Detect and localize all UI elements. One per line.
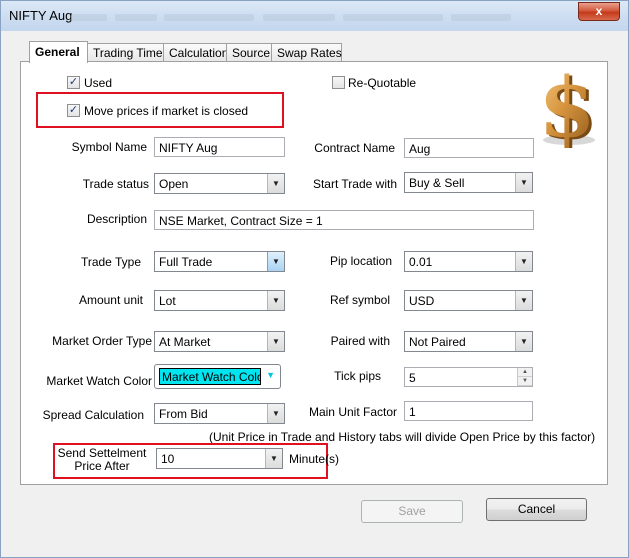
ref-symbol-value: USD (409, 294, 435, 308)
tab-swap-rates[interactable]: Swap Rates (271, 43, 342, 62)
background-menu-ghost (451, 14, 511, 21)
move-prices-label: Move prices if market is closed (84, 104, 249, 118)
symbol-name-field[interactable]: NIFTY Aug (154, 137, 285, 157)
spread-calculation-label: Spread Calculation (42, 408, 144, 422)
title-bar: NIFTY Aug x (1, 1, 628, 31)
background-menu-ghost (263, 14, 335, 21)
tab-calculation[interactable]: Calculation (163, 43, 228, 62)
move-prices-checkbox[interactable]: ✓ (67, 104, 80, 117)
ref-symbol-label: Ref symbol (329, 293, 390, 307)
start-trade-with-label: Start Trade with (312, 177, 397, 191)
trade-status-label: Trade status (82, 177, 149, 191)
market-order-type-label: Market Order Type (52, 334, 152, 348)
market-order-type-value: At Market (159, 335, 211, 349)
spread-calculation-select[interactable]: From Bid ▼ (154, 403, 285, 424)
window-title: NIFTY Aug (9, 8, 73, 23)
send-settlement-unit: Minute(s) (289, 452, 340, 466)
re-quotable-label: Re-Quotable (348, 76, 417, 90)
dropdown-arrow-icon: ▼ (515, 332, 532, 351)
general-tab-panel: $ $ ✓ Used Re-Quotable ✓ Move prices if … (20, 61, 608, 485)
send-settlement-label-line1: Send Settelment (57, 446, 147, 460)
market-watch-color-label: Market Watch Color (46, 374, 152, 388)
paired-with-select[interactable]: Not Paired ▼ (404, 331, 533, 352)
start-trade-with-select[interactable]: Buy & Sell ▼ (404, 172, 533, 193)
close-button[interactable]: x (578, 2, 620, 21)
dropdown-arrow-icon: ▼ (515, 291, 532, 310)
trade-status-value: Open (159, 177, 189, 191)
dropdown-arrow-icon: ▼ (265, 449, 282, 468)
market-watch-color-picker[interactable]: Market Watch Color ▼ (154, 364, 281, 389)
spinner-buttons[interactable]: ▲ ▼ (517, 368, 532, 386)
contract-name-field[interactable]: Aug (404, 138, 534, 158)
send-settlement-value: 10 (161, 452, 175, 466)
dollar-sign-icon: $ $ (538, 68, 598, 148)
dropdown-arrow-icon: ▼ (267, 404, 284, 423)
tick-pips-label: Tick pips (334, 369, 381, 383)
background-menu-ghost (115, 14, 157, 21)
dropdown-arrow-icon: ▼ (267, 291, 284, 310)
ref-symbol-select[interactable]: USD ▼ (404, 290, 533, 311)
tab-general[interactable]: General (29, 41, 88, 63)
contract-name-label: Contract Name (314, 141, 395, 155)
dropdown-arrow-icon: ▼ (266, 370, 275, 380)
spin-up-icon[interactable]: ▲ (518, 368, 532, 377)
used-label: Used (84, 76, 113, 90)
background-menu-ghost (164, 14, 254, 21)
dropdown-arrow-icon: ▼ (515, 173, 532, 192)
trade-type-value: Full Trade (159, 255, 213, 269)
spin-down-icon[interactable]: ▼ (518, 377, 532, 386)
spread-calculation-value: From Bid (159, 407, 208, 421)
checkmark-icon: ✓ (68, 104, 79, 116)
tab-source[interactable]: Source (226, 43, 272, 62)
description-field[interactable]: NSE Market, Contract Size = 1 (154, 210, 534, 230)
dropdown-arrow-icon: ▼ (267, 252, 284, 271)
close-icon: x (595, 4, 603, 18)
main-unit-factor-field[interactable]: 1 (404, 401, 533, 421)
checkmark-icon: ✓ (68, 76, 79, 88)
dropdown-arrow-icon: ▼ (267, 174, 284, 193)
tab-trading-times[interactable]: Trading Times (87, 43, 169, 62)
dropdown-arrow-icon: ▼ (267, 332, 284, 351)
trade-type-label: Trade Type (80, 255, 141, 269)
market-watch-color-swatch: Market Watch Color (159, 368, 261, 385)
background-menu-ghost (71, 14, 107, 21)
unit-factor-note: (Unit Price in Trade and History tabs wi… (209, 430, 596, 444)
send-settlement-label-line2: Price After (74, 459, 130, 473)
trade-status-select[interactable]: Open ▼ (154, 173, 285, 194)
send-settlement-select[interactable]: 10 ▼ (156, 448, 283, 469)
symbol-settings-window: NIFTY Aug x General Trading Times Calcul… (0, 0, 629, 558)
main-unit-factor-label: Main Unit Factor (308, 405, 397, 419)
pip-location-value: 0.01 (409, 255, 433, 269)
used-checkbox[interactable]: ✓ (67, 76, 80, 89)
description-label: Description (86, 212, 147, 226)
svg-text:$: $ (538, 68, 595, 148)
pip-location-select[interactable]: 0.01 ▼ (404, 251, 533, 272)
re-quotable-checkbox[interactable] (332, 76, 345, 89)
start-trade-with-value: Buy & Sell (409, 176, 465, 190)
trade-type-select[interactable]: Full Trade ▼ (154, 251, 285, 272)
amount-unit-value: Lot (159, 294, 176, 308)
tick-pips-value: 5 (409, 371, 416, 385)
dropdown-arrow-icon: ▼ (515, 252, 532, 271)
market-order-type-select[interactable]: At Market ▼ (154, 331, 285, 352)
paired-with-label: Paired with (330, 334, 390, 348)
pip-location-label: Pip location (329, 254, 392, 268)
paired-with-value: Not Paired (409, 335, 466, 349)
amount-unit-label: Amount unit (78, 293, 143, 307)
symbol-name-label: Symbol Name (71, 140, 147, 154)
tick-pips-spinner[interactable]: 5 ▲ ▼ (404, 367, 533, 387)
save-button[interactable]: Save (361, 500, 463, 523)
amount-unit-select[interactable]: Lot ▼ (154, 290, 285, 311)
background-menu-ghost (343, 14, 443, 21)
cancel-button[interactable]: Cancel (486, 498, 587, 521)
